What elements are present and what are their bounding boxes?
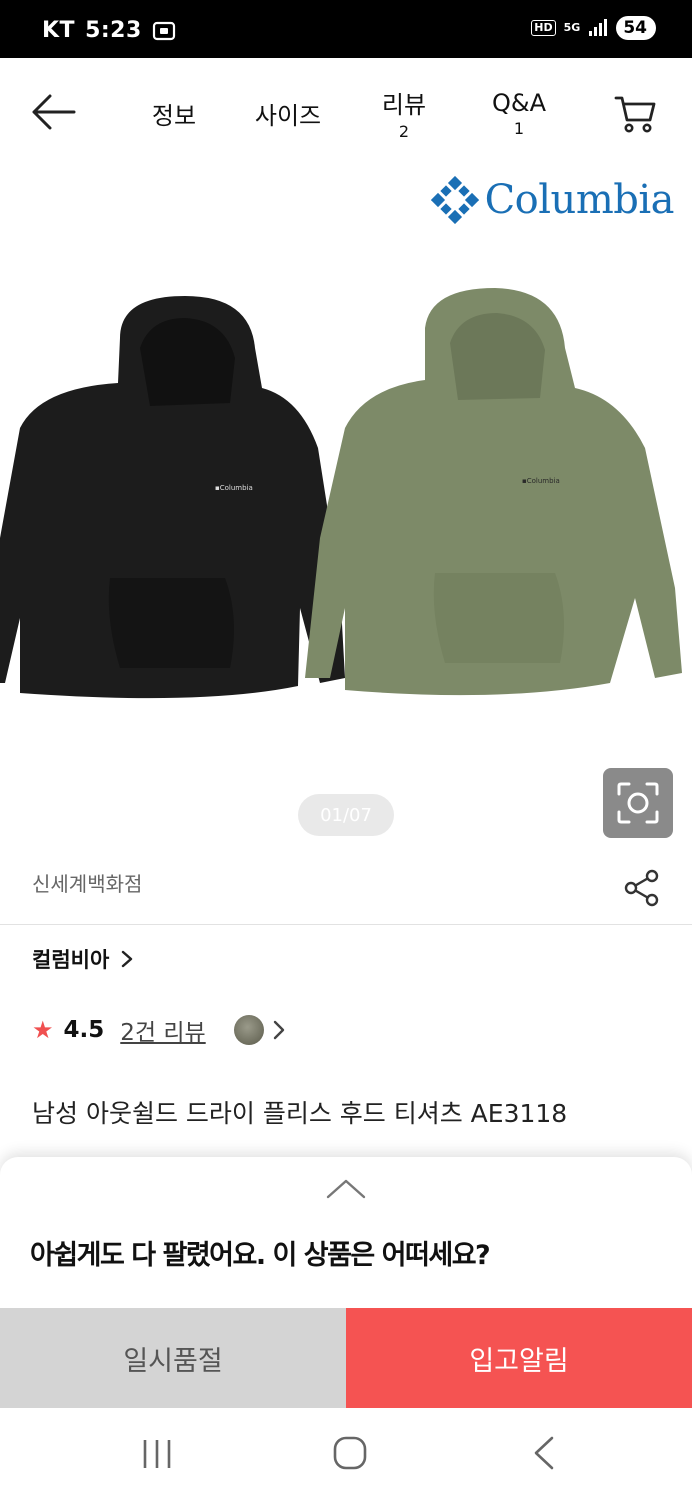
columbia-diamond-icon [430, 176, 479, 224]
home-icon[interactable] [333, 1436, 367, 1470]
hd-badge: HD [531, 20, 556, 36]
share-icon[interactable] [622, 868, 662, 908]
tab-label: 사이즈 [254, 101, 322, 130]
image-counter: 01/07 [298, 794, 394, 836]
lens-search-button[interactable] [603, 768, 673, 838]
tab-label: 정보 [151, 101, 197, 130]
chevron-right-icon[interactable] [272, 1019, 286, 1041]
chevron-up-icon[interactable] [326, 1177, 366, 1201]
carrier-label: KT [42, 18, 76, 43]
product-photo: ▪Columbia ▪Columbia [0, 288, 682, 699]
tab-review[interactable]: 리뷰 2 [372, 58, 436, 168]
brand-logo-text: Columbia [484, 177, 675, 223]
brand-link-label: 컬럼비아 [32, 948, 110, 972]
system-back-icon[interactable] [530, 1436, 558, 1470]
status-left: KT 5:23 [42, 18, 176, 43]
review-photo-thumbnail[interactable] [233, 1015, 264, 1045]
tab-label: 리뷰 [381, 91, 427, 119]
star-icon: ★ [32, 1016, 54, 1044]
tab-size[interactable]: 사이즈 [244, 58, 332, 168]
screenshot-icon [152, 21, 175, 40]
signal-icon [589, 19, 608, 36]
brand-link[interactable]: 컬럼비아 [32, 944, 133, 974]
svg-text:▪Columbia: ▪Columbia [215, 484, 253, 492]
review-count-link[interactable]: 2건 리뷰 [120, 1013, 205, 1047]
tab-label: Q&A [491, 88, 547, 117]
status-right: HD 5G 54 [531, 16, 656, 40]
cart-icon[interactable] [614, 94, 658, 134]
sold-out-button[interactable]: 일시품절 [0, 1308, 346, 1408]
back-arrow-icon[interactable] [30, 92, 76, 132]
lens-search-icon [617, 782, 659, 824]
svg-text:▪Columbia: ▪Columbia [522, 477, 560, 485]
product-title: 남성 아웃쉴드 드라이 플리스 후드 티셔츠 AE3118 [32, 1099, 568, 1128]
restock-notify-button[interactable]: 입고알림 [346, 1308, 692, 1408]
network-badge: 5G [563, 21, 581, 34]
tab-qa[interactable]: Q&A 1 [484, 58, 554, 168]
system-nav-bar [0, 1408, 692, 1500]
store-name: 신세계백화점 [32, 872, 143, 896]
product-image-gallery[interactable]: Columbia ▪Columbia ▪Columbia 01/07 [0, 168, 692, 848]
top-nav: 정보 사이즈 리뷰 2 Q&A 1 [0, 58, 692, 168]
brand-logo: Columbia [430, 176, 675, 224]
tab-info[interactable]: 정보 [146, 58, 202, 168]
black-hoodie-image: ▪Columbia [0, 296, 345, 699]
recent-apps-icon[interactable] [140, 1438, 174, 1470]
clock: 5:23 [85, 18, 142, 43]
chevron-right-icon [122, 950, 133, 968]
tab-count: 1 [513, 118, 525, 138]
recommendation-sheet: 아쉽게도 다 팔렸어요. 이 상품은 어떠세요? [0, 1157, 692, 1309]
status-bar: KT 5:23 HD 5G 54 [0, 0, 692, 58]
battery-level: 54 [616, 16, 656, 40]
olive-hoodie-image: ▪Columbia [305, 288, 682, 696]
rating-score: 4.5 [63, 1017, 105, 1043]
divider [0, 924, 692, 925]
sold-out-message: 아쉽게도 다 팔렸어요. 이 상품은 어떠세요? [30, 1240, 491, 1271]
tab-count: 2 [398, 122, 410, 141]
rating-row: ★ 4.5 2건 리뷰 [32, 1010, 286, 1050]
